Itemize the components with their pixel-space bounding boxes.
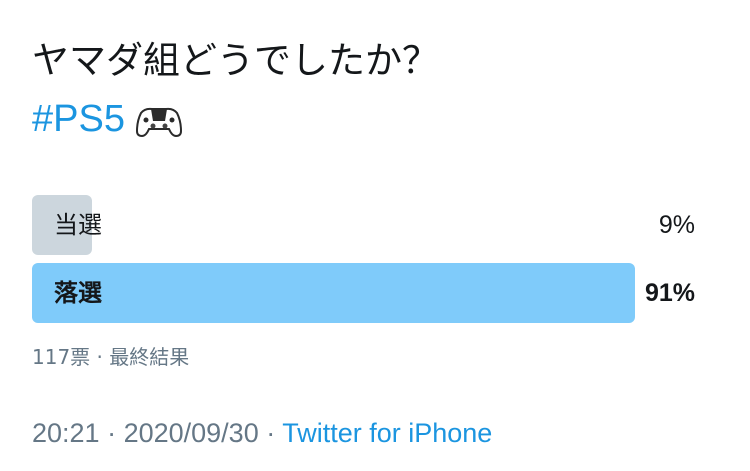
poll-option-2-bar (32, 263, 636, 323)
separator: · (99, 418, 124, 448)
game-controller-icon (135, 102, 183, 138)
poll-option-1-label: 当選 (54, 211, 102, 239)
tweet-footer: 20:21 · 2020/09/30 · Twitter for iPhone (32, 418, 492, 449)
tweet-date[interactable]: 2020/09/30 (124, 418, 259, 448)
tweet-text-line2: #PS5 (32, 94, 439, 144)
tweet-source-link[interactable]: Twitter for iPhone (282, 418, 492, 448)
poll-vote-count: 117票 · 最終結果 (32, 345, 190, 369)
poll-option-2-label: 落選 (54, 279, 102, 307)
separator: · (258, 418, 283, 448)
poll-option-2: 落選 91% (32, 263, 695, 323)
tweet-text: ヤマダ組どうでしたか？ #PS5 (32, 36, 439, 144)
poll-option-2-percent: 91% (644, 279, 695, 307)
poll-option-1: 当選 9% (32, 195, 695, 255)
tweet-time[interactable]: 20:21 (32, 418, 100, 448)
hashtag-link[interactable]: #PS5 (32, 94, 125, 144)
poll-option-1-percent: 9% (658, 211, 695, 239)
tweet-text-line1: ヤマダ組どうでしたか？ (32, 39, 439, 82)
poll: 当選 9% 落選 91% (32, 195, 695, 331)
